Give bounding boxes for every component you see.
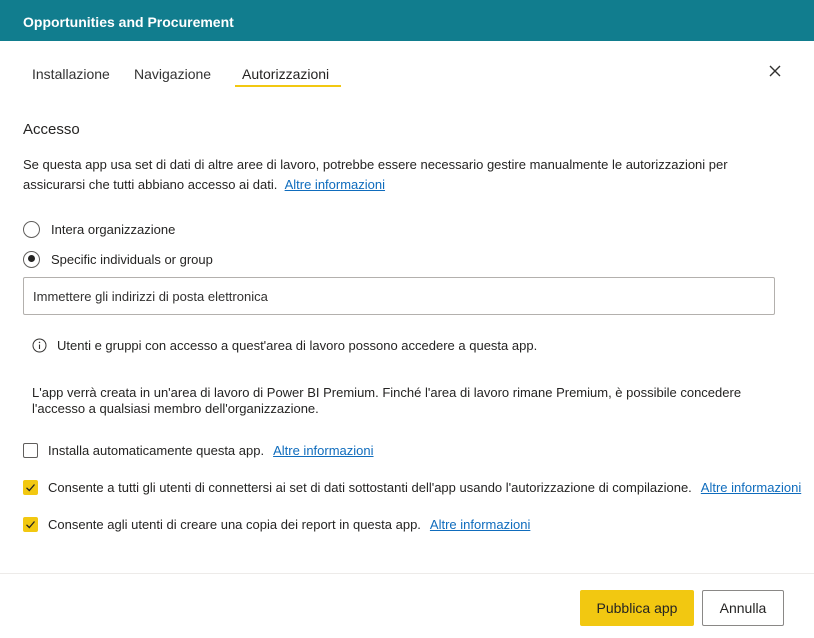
learn-more-link[interactable]: Altre informazioni: [701, 480, 801, 495]
cancel-button[interactable]: Annulla: [702, 590, 784, 626]
radio-option-specific[interactable]: Specific individuals or group: [23, 249, 213, 269]
footer-divider: [0, 573, 814, 574]
learn-more-link[interactable]: Altre informazioni: [285, 177, 385, 192]
checkbox-checked[interactable]: [23, 479, 38, 495]
checkbox-checked[interactable]: [23, 516, 38, 532]
info-icon: [32, 338, 47, 353]
tab-installazione[interactable]: Installazione: [32, 66, 110, 82]
premium-notice: L'app verrà creata in un'area di lavoro …: [32, 385, 742, 416]
close-button[interactable]: [766, 62, 784, 80]
info-message: Utenti e gruppi con accesso a quest'area…: [32, 338, 537, 353]
dialog-header: Opportunities and Procurement: [0, 0, 814, 41]
tab-navigazione[interactable]: Navigazione: [134, 66, 211, 82]
checkbox[interactable]: [23, 442, 38, 458]
checkbox-row-build-permission: Consente a tutti gli utenti di connetter…: [23, 477, 801, 497]
radio-button[interactable]: [23, 220, 40, 238]
publish-app-button[interactable]: Pubblica app: [580, 590, 694, 626]
learn-more-link[interactable]: Altre informazioni: [273, 443, 373, 458]
section-title-accesso: Accesso: [23, 121, 80, 138]
tab-bar: Installazione Navigazione Autorizzazioni: [0, 60, 814, 90]
learn-more-link[interactable]: Altre informazioni: [430, 517, 530, 532]
email-input[interactable]: [23, 277, 775, 315]
access-description: Se questa app usa set di dati di altre a…: [23, 155, 783, 194]
checkmark-icon: [26, 520, 35, 528]
checkmark-icon: [26, 483, 35, 491]
info-text: Utenti e gruppi con accesso a quest'area…: [57, 338, 538, 353]
dialog-title: Opportunities and Procurement: [23, 14, 234, 30]
checkbox-label: Installa automaticamente questa app.: [48, 442, 265, 458]
radio-option-entire-org[interactable]: Intera organizzazione: [23, 219, 175, 239]
tab-autorizzazioni[interactable]: Autorizzazioni: [242, 66, 329, 82]
checkbox-label: Consente agli utenti di creare una copia…: [48, 516, 421, 532]
checkbox-row-copy-reports: Consente agli utenti di creare una copia…: [23, 514, 530, 534]
checkbox-label: Consente a tutti gli utenti di connetter…: [48, 479, 692, 495]
radio-button-selected[interactable]: [23, 250, 40, 268]
active-tab-indicator: [235, 85, 341, 87]
radio-label: Specific individuals or group: [51, 251, 213, 267]
close-icon: [769, 65, 781, 77]
checkbox-row-auto-install: Installa automaticamente questa app. Alt…: [23, 440, 374, 460]
radio-label: Intera organizzazione: [51, 221, 176, 237]
